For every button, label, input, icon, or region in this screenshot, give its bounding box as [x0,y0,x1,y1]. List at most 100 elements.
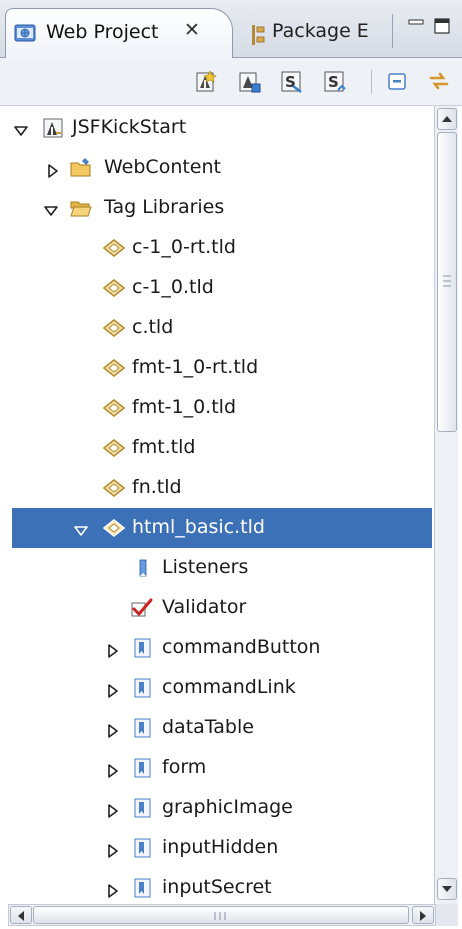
tag-icon [132,677,154,699]
tree-item-tag[interactable]: dataTable [0,708,434,748]
scroll-down-button[interactable] [437,878,457,900]
collapsed-twisty-icon[interactable] [106,801,120,818]
minimize-icon[interactable] [406,16,428,36]
scroll-left-button[interactable] [10,906,32,924]
package-explorer-icon [250,24,266,51]
tld-file-icon [102,477,126,499]
new-web-project-icon[interactable] [193,68,219,94]
tree-item-label: c-1_0.tld [132,276,214,298]
tree-item-tag[interactable]: inputHidden [0,828,434,868]
scroll-thumb[interactable] [437,132,457,432]
collapsed-twisty-icon[interactable] [106,881,120,898]
close-icon[interactable]: ✕ [184,19,200,41]
tree-item-tag[interactable]: inputSecret [0,868,434,906]
tree-item-label: fmt-1_0.tld [132,396,237,418]
tld-file-icon [102,237,126,259]
tab-web-project-label: Web Project [46,21,159,43]
collapsed-twisty-icon[interactable] [106,841,120,858]
tree-item-label: fmt-1_0-rt.tld [132,356,259,378]
tree-item-tag-libraries[interactable]: Tag Libraries [0,188,434,228]
tree-item-tag[interactable]: graphicImage [0,788,434,828]
tree-item-tld-file[interactable]: c-1_0.tld [0,268,434,308]
tree-item-label: fmt.tld [132,436,196,458]
tld-file-icon [102,397,126,419]
horizontal-scrollbar[interactable] [8,904,436,926]
tree-item-tag[interactable]: form [0,748,434,788]
folder-open-icon [70,197,92,219]
sync-icon[interactable]: S [322,68,348,94]
tree-item-label: fn.tld [132,476,182,498]
tree-item-label: Listeners [162,556,249,578]
tld-file-icon [102,357,126,379]
tree-item-label: Validator [162,596,247,618]
listeners-icon [134,557,156,579]
tree-item-tag[interactable]: commandLink [0,668,434,708]
filter-icon[interactable]: S [279,68,305,94]
tree-item-label: commandLink [162,676,296,698]
vertical-scrollbar[interactable] [434,106,458,904]
tree-item-tld-file[interactable]: c-1_0-rt.tld [0,228,434,268]
tree-item-validator[interactable]: Validator [0,588,434,628]
tree-item-label: c.tld [132,316,174,338]
tree-item-label: html_basic.tld [132,516,265,538]
tab-separator [392,14,393,48]
collapsed-twisty-icon[interactable] [106,681,120,698]
folder-icon [70,157,92,179]
svg-text:S: S [328,73,339,91]
tree-item-tld-file[interactable]: fmt.tld [0,428,434,468]
tld-file-icon [102,277,126,299]
tree-item-label: dataTable [162,716,254,738]
collapsed-twisty-icon[interactable] [106,721,120,738]
tree-item-label: WebContent [104,156,221,178]
toolbar-separator [371,70,372,94]
tag-icon [132,877,154,899]
collapsed-twisty-icon[interactable] [46,161,60,178]
tree-item-jsfkickstart[interactable]: JSFKickStart [0,108,434,148]
project-icon [42,117,64,139]
expanded-twisty-icon[interactable] [14,121,28,136]
tree-item-tld-file[interactable]: fmt-1_0-rt.tld [0,348,434,388]
horizontal-scroll-thumb[interactable] [33,906,409,924]
tld-file-icon [102,517,126,539]
tag-icon [132,717,154,739]
tree-item-tag[interactable]: commandButton [0,628,434,668]
view-toolbar: S S [0,58,462,106]
expanded-twisty-icon[interactable] [74,521,88,536]
tag-icon [132,837,154,859]
project-tree: JSFKickStart WebContent Tag Libraries c-… [0,106,434,906]
validator-check-icon [130,597,153,619]
tab-web-project[interactable]: Web Project ✕ [5,8,233,58]
tag-icon [132,757,154,779]
view-tab-bar: Web Project ✕ Package E [0,0,462,58]
tree-item-label: commandButton [162,636,321,658]
tree-item-label: JSFKickStart [72,116,187,138]
link-with-editor-icon[interactable] [426,68,452,94]
tree-item-html-basic-tld[interactable]: html_basic.tld [12,508,432,548]
maximize-icon[interactable] [432,16,454,36]
tree-item-tld-file[interactable]: fn.tld [0,468,434,508]
tree-item-label: inputSecret [162,876,272,898]
tree-item-webcontent[interactable]: WebContent [0,148,434,188]
scrollbar-corner [436,904,458,926]
tld-file-icon [102,437,126,459]
tree-item-tld-file[interactable]: c.tld [0,308,434,348]
expanded-twisty-icon[interactable] [44,201,58,216]
tree-item-tld-file[interactable]: fmt-1_0.tld [0,388,434,428]
tree-item-label: form [162,756,207,778]
tld-file-icon [102,317,126,339]
collapsed-twisty-icon[interactable] [106,761,120,778]
scroll-right-button[interactable] [412,906,434,924]
tab-package-explorer-label: Package E [272,20,369,42]
tree-item-listeners[interactable]: Listeners [0,548,434,588]
new-project-icon[interactable] [236,68,262,94]
collapsed-twisty-icon[interactable] [106,641,120,658]
tab-package-explorer[interactable]: Package E [232,10,390,56]
tree-item-label: inputHidden [162,836,279,858]
tree-item-label: graphicImage [162,796,293,818]
tree-item-label: c-1_0-rt.tld [132,236,236,258]
collapse-all-icon[interactable] [384,68,410,94]
tag-icon [132,637,154,659]
scroll-up-button[interactable] [437,108,457,130]
tag-icon [132,797,154,819]
tree-item-label: Tag Libraries [104,196,225,218]
